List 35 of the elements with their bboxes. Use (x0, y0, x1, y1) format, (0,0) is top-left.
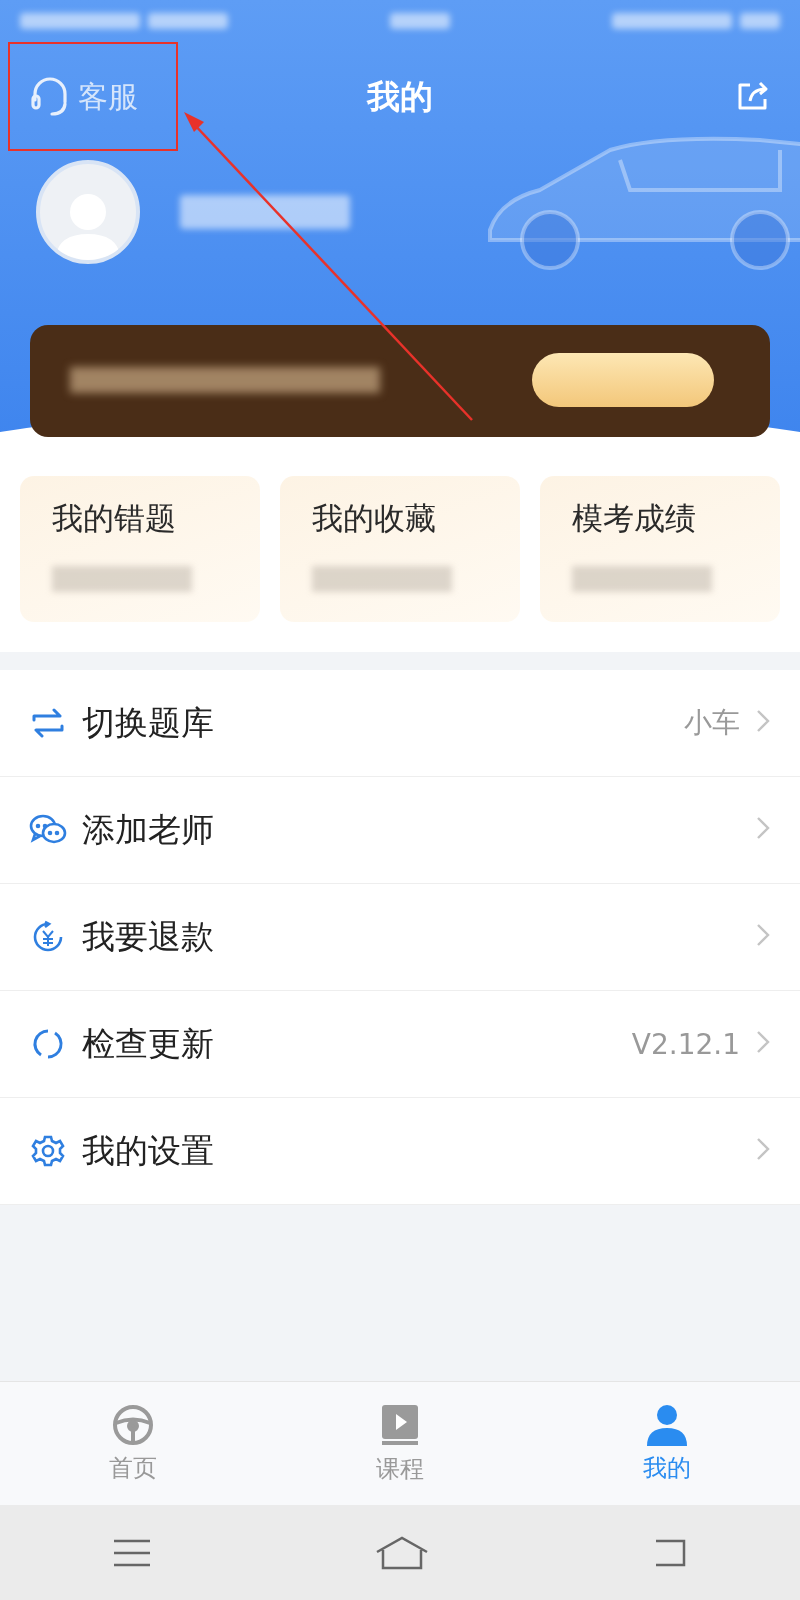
steering-wheel-icon (112, 1404, 155, 1446)
headset-icon (30, 76, 70, 118)
stat-card[interactable]: 模考成绩 (540, 476, 780, 622)
chevron-icon (756, 709, 770, 733)
card-title: 我的错题 (52, 499, 177, 538)
page-title: 我的 (367, 76, 433, 116)
stat-card[interactable]: 我的错题 (20, 476, 260, 622)
menu-item[interactable]: 我要退款 (0, 884, 800, 991)
menu-item[interactable]: 检查更新 V2.12.1 (0, 991, 800, 1098)
menu-icon[interactable] (111, 1537, 152, 1568)
stat-card[interactable]: 我的收藏 (280, 476, 520, 622)
menu-item[interactable]: 添加老师 (0, 777, 800, 884)
blurred-status (390, 13, 450, 29)
vip-banner[interactable] (30, 325, 770, 437)
settings-icon (31, 1134, 65, 1168)
blurred-button[interactable] (532, 353, 714, 407)
share-icon[interactable] (736, 79, 770, 111)
blurred-status (740, 13, 780, 29)
chevron-icon (756, 923, 770, 947)
refresh-icon (31, 1027, 65, 1061)
menu-value: 小车 (684, 705, 740, 741)
menu-item[interactable]: 我的设置 (0, 1098, 800, 1205)
menu-value: V2.12.1 (631, 1027, 740, 1061)
menu-item[interactable]: 切换题库 小车 (0, 670, 800, 777)
card-title: 模考成绩 (572, 499, 697, 538)
video-book-icon (379, 1403, 421, 1447)
swap-icon (30, 708, 66, 738)
chevron-icon (756, 816, 770, 840)
home-icon[interactable] (375, 1535, 429, 1570)
chevron-icon (756, 1137, 770, 1161)
chat-icon (29, 814, 67, 846)
card-title: 我的收藏 (312, 499, 437, 538)
person-icon (644, 1404, 689, 1446)
chevron-icon (756, 1030, 770, 1054)
yuan-refund-icon (31, 920, 65, 954)
